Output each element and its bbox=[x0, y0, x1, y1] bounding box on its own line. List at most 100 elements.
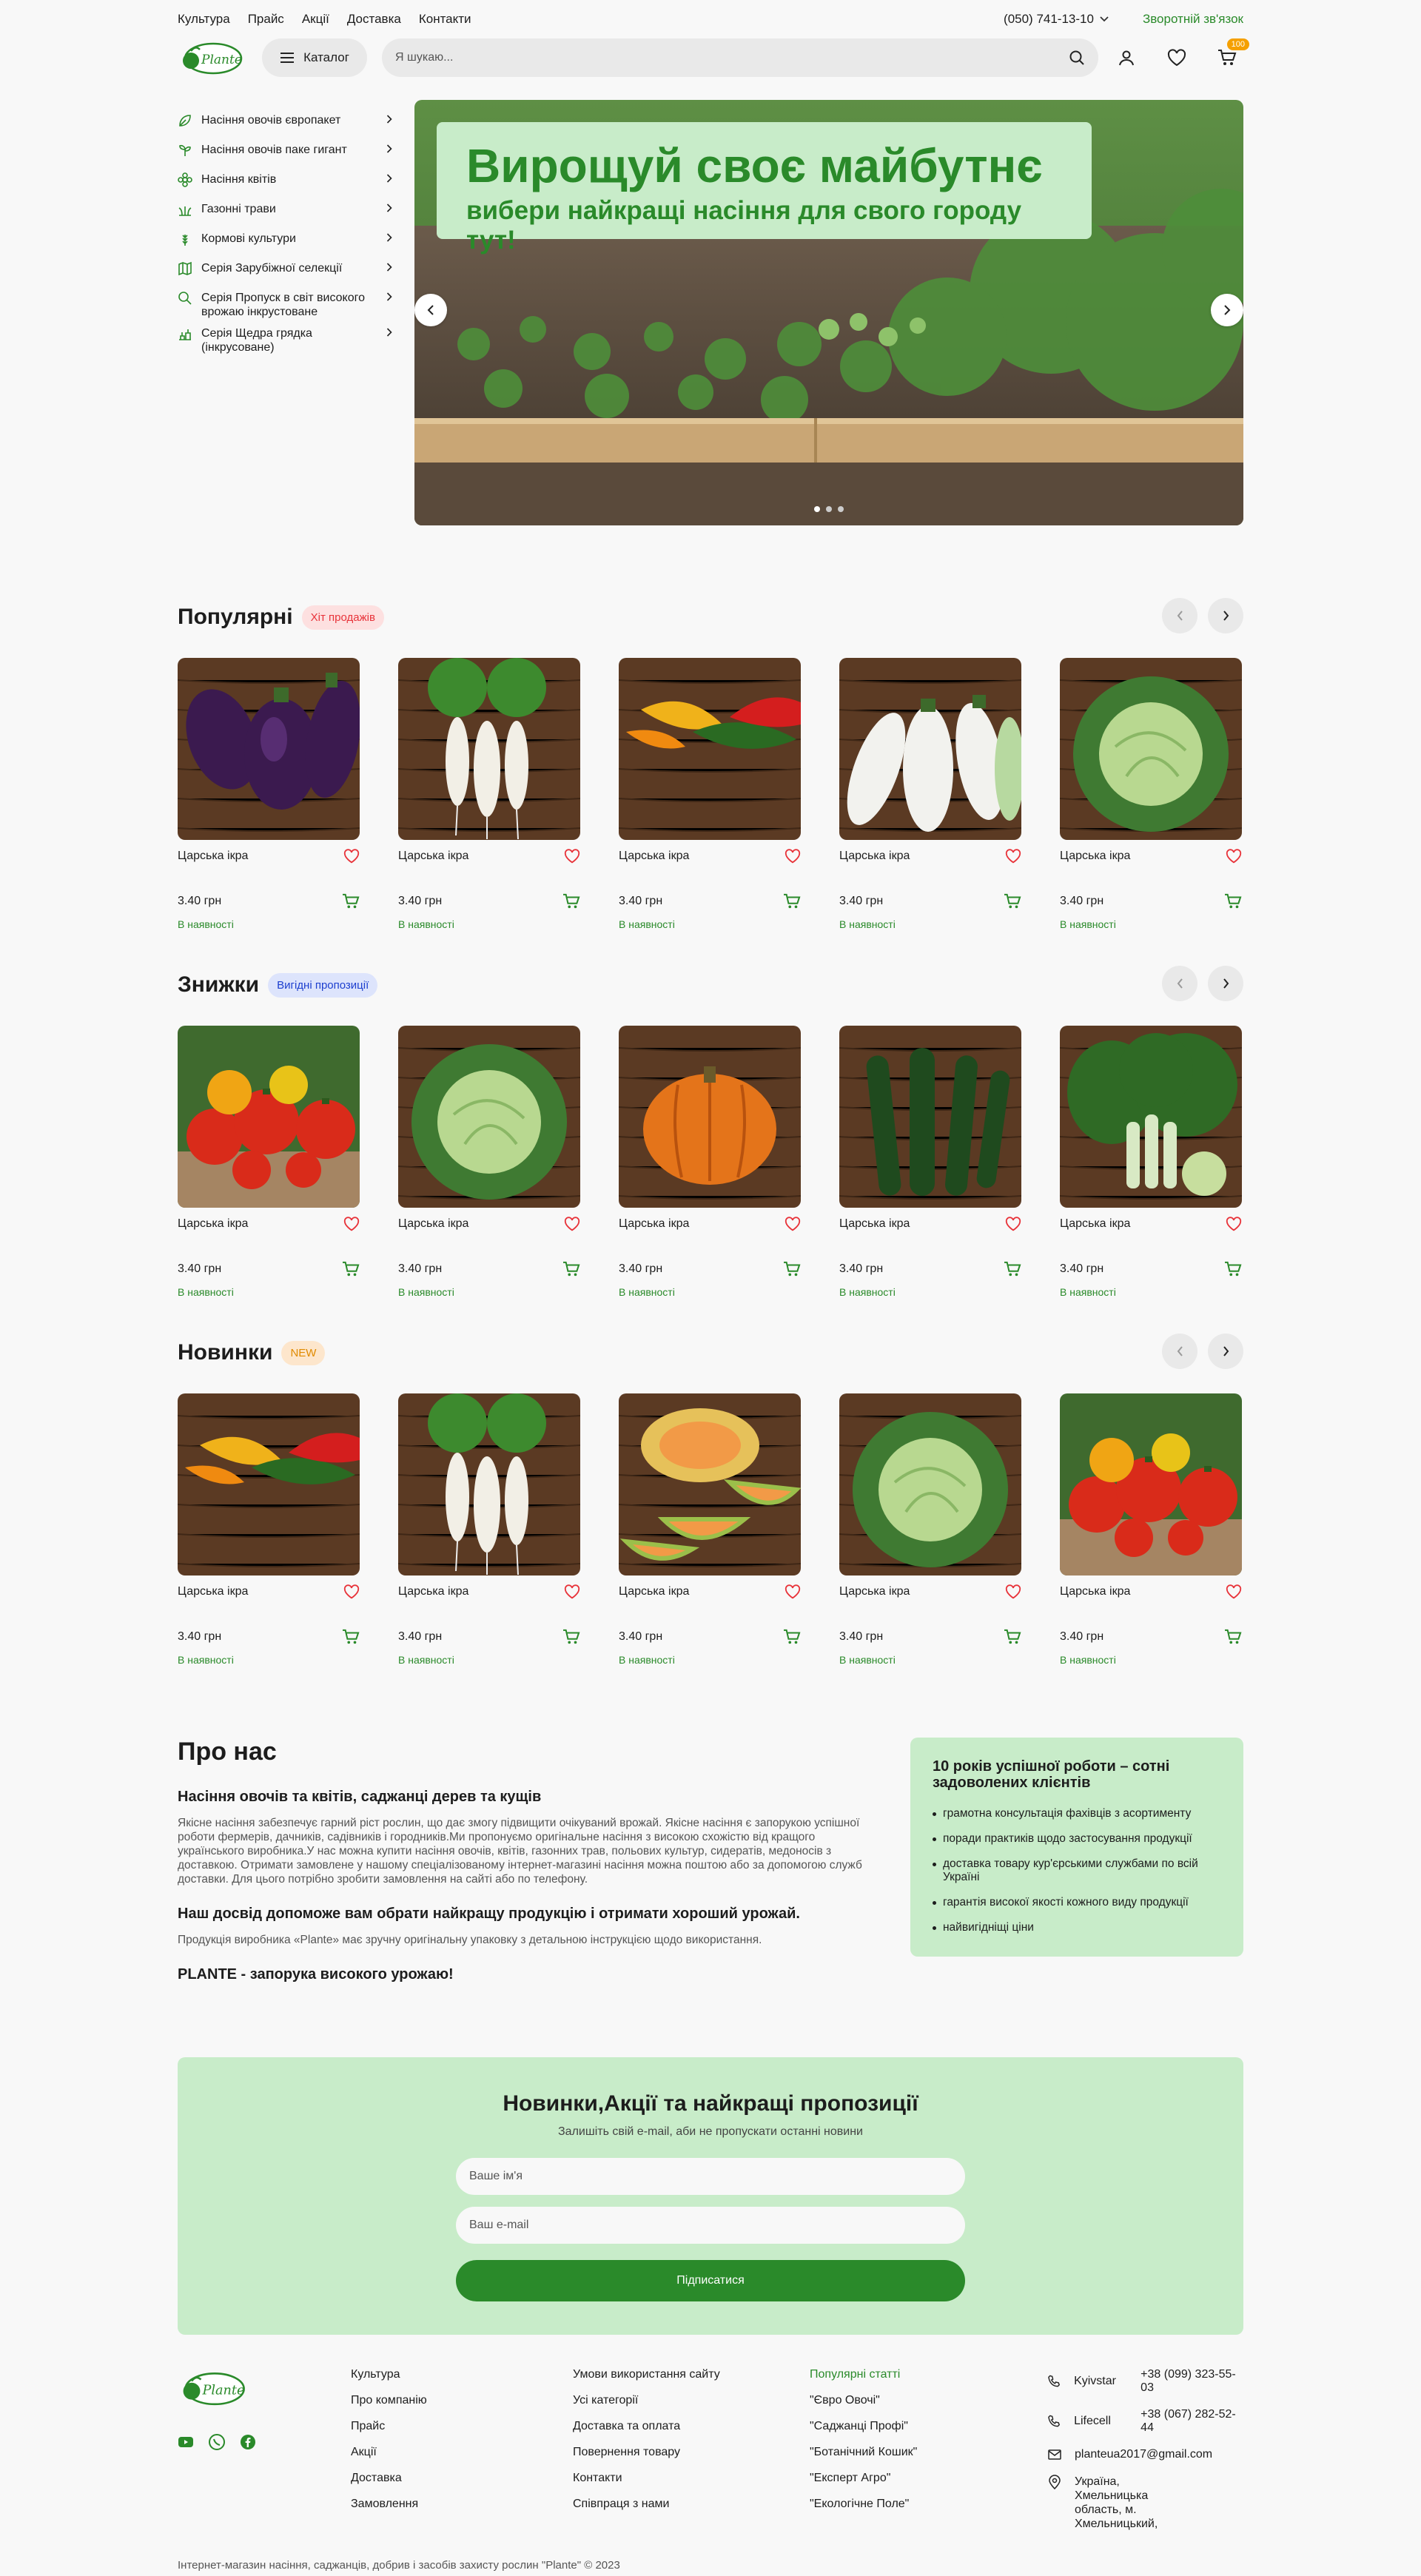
catalog-button[interactable]: Каталог bbox=[262, 38, 367, 77]
slider-next-button[interactable] bbox=[1208, 598, 1243, 633]
sidebar-item[interactable]: Насіння овочів паке гигант bbox=[178, 139, 392, 169]
sidebar-item[interactable]: Насіння овочів європакет bbox=[178, 110, 392, 139]
facebook-icon[interactable] bbox=[240, 2434, 256, 2450]
hero-dot[interactable] bbox=[826, 506, 832, 512]
top-nav-contacts[interactable]: Контакти bbox=[419, 12, 471, 27]
product-card[interactable]: Царська ікра 3.40 грн В наявності bbox=[839, 1026, 1021, 1298]
product-card[interactable]: Царська ікра 3.40 грн В наявності bbox=[398, 1026, 580, 1298]
product-card[interactable]: Царська ікра 3.40 грн В наявності bbox=[839, 658, 1021, 930]
product-image[interactable] bbox=[619, 1026, 801, 1208]
top-nav-culture[interactable]: Культура bbox=[178, 12, 230, 27]
product-card[interactable]: Царська ікра 3.40 грн В наявності bbox=[839, 1393, 1021, 1666]
heart-icon[interactable] bbox=[564, 1584, 580, 1599]
product-image[interactable] bbox=[1060, 658, 1242, 840]
footer-link[interactable]: Контакти bbox=[573, 2472, 810, 2485]
product-name[interactable]: Царська ікра bbox=[398, 850, 468, 863]
product-name[interactable]: Царська ікра bbox=[619, 850, 689, 863]
user-icon[interactable] bbox=[1116, 47, 1137, 68]
product-image[interactable] bbox=[398, 658, 580, 840]
heart-icon[interactable] bbox=[1005, 849, 1021, 864]
cart-icon[interactable] bbox=[562, 1629, 580, 1645]
product-name[interactable]: Царська ікра bbox=[619, 1585, 689, 1598]
sidebar-item[interactable]: Серія Щедра грядка (інкрусоване) bbox=[178, 323, 392, 358]
heart-icon[interactable] bbox=[1166, 47, 1187, 68]
heart-icon[interactable] bbox=[785, 849, 801, 864]
slider-next-button[interactable] bbox=[1208, 966, 1243, 1001]
sidebar-item[interactable]: Серія Зарубіжної селекції bbox=[178, 258, 392, 287]
product-card[interactable]: Царська ікра 3.40 грн В наявності bbox=[619, 658, 801, 930]
footer-link[interactable]: Культура bbox=[351, 2368, 573, 2381]
cart-icon[interactable] bbox=[1004, 1261, 1021, 1277]
product-image[interactable] bbox=[619, 658, 801, 840]
slider-prev-button[interactable] bbox=[1162, 598, 1197, 633]
sidebar-item[interactable]: Насіння квітів bbox=[178, 169, 392, 198]
sidebar-item[interactable]: Серія Пропуск в світ високого врожаю інк… bbox=[178, 287, 392, 323]
sidebar-item[interactable]: Газонні трави bbox=[178, 198, 392, 228]
cart-icon[interactable] bbox=[1224, 1629, 1242, 1645]
product-card[interactable]: Царська ікра 3.40 грн В наявності bbox=[178, 1026, 360, 1298]
search-icon[interactable] bbox=[1069, 50, 1085, 66]
lifecell-phone[interactable]: +38 (067) 282-52-44 bbox=[1141, 2408, 1243, 2435]
feedback-link[interactable]: Зворотній зв'язок bbox=[1143, 12, 1243, 27]
logo[interactable]: Plante bbox=[178, 38, 243, 77]
product-image[interactable] bbox=[398, 1393, 580, 1575]
product-name[interactable]: Царська ікра bbox=[398, 1217, 468, 1231]
search-input[interactable]: Я шукаю... bbox=[382, 38, 1098, 77]
product-card[interactable]: Царська ікра 3.40 грн В наявності bbox=[1060, 658, 1242, 930]
article-link[interactable]: "Саджанці Профі" bbox=[810, 2420, 1048, 2433]
footer-link[interactable]: Доставка та оплата bbox=[573, 2420, 810, 2433]
heart-icon[interactable] bbox=[1226, 1584, 1242, 1599]
product-name[interactable]: Царська ікра bbox=[178, 1217, 248, 1231]
cart-icon[interactable] bbox=[342, 1261, 360, 1277]
product-image[interactable] bbox=[619, 1393, 801, 1575]
product-name[interactable]: Царська ікра bbox=[1060, 850, 1130, 863]
cart-icon[interactable] bbox=[342, 893, 360, 909]
hero-dot[interactable] bbox=[838, 506, 844, 512]
product-image[interactable] bbox=[839, 1026, 1021, 1208]
product-name[interactable]: Царська ікра bbox=[839, 1217, 910, 1231]
footer-link[interactable]: Усі категорії bbox=[573, 2394, 810, 2407]
product-image[interactable] bbox=[178, 1026, 360, 1208]
cart-icon[interactable] bbox=[562, 893, 580, 909]
slider-next-button[interactable] bbox=[1208, 1334, 1243, 1369]
viber-icon[interactable] bbox=[209, 2434, 225, 2450]
heart-icon[interactable] bbox=[1226, 849, 1242, 864]
top-nav-promo[interactable]: Акції bbox=[302, 12, 329, 27]
article-link[interactable]: "Євро Овочі" bbox=[810, 2394, 1048, 2407]
footer-link[interactable]: Про компанію bbox=[351, 2394, 573, 2407]
heart-icon[interactable] bbox=[1005, 1217, 1021, 1231]
product-card[interactable]: Царська ікра 3.40 грн В наявності bbox=[1060, 1026, 1242, 1298]
product-name[interactable]: Царська ікра bbox=[178, 1585, 248, 1598]
cart-icon[interactable] bbox=[783, 893, 801, 909]
product-name[interactable]: Царська ікра bbox=[398, 1585, 468, 1598]
email-link[interactable]: planteua2017@gmail.com bbox=[1075, 2448, 1212, 2461]
cart-icon[interactable] bbox=[783, 1261, 801, 1277]
hero-dot[interactable] bbox=[814, 506, 820, 512]
heart-icon[interactable] bbox=[785, 1217, 801, 1231]
product-card[interactable]: Царська ікра 3.40 грн В наявності bbox=[178, 1393, 360, 1666]
product-name[interactable]: Царська ікра bbox=[839, 850, 910, 863]
footer-link[interactable]: Доставка bbox=[351, 2472, 573, 2485]
heart-icon[interactable] bbox=[343, 849, 360, 864]
product-name[interactable]: Царська ікра bbox=[1060, 1585, 1130, 1598]
heart-icon[interactable] bbox=[343, 1584, 360, 1599]
heart-icon[interactable] bbox=[1226, 1217, 1242, 1231]
slider-prev-button[interactable] bbox=[1162, 1334, 1197, 1369]
subscribe-button[interactable]: Підписатися bbox=[456, 2260, 965, 2301]
cart-icon[interactable] bbox=[1224, 1261, 1242, 1277]
product-name[interactable]: Царська ікра bbox=[1060, 1217, 1130, 1231]
product-image[interactable] bbox=[178, 1393, 360, 1575]
sidebar-item[interactable]: Кормові культури bbox=[178, 228, 392, 258]
cart-icon[interactable] bbox=[1004, 1629, 1021, 1645]
footer-link[interactable]: Замовлення bbox=[351, 2498, 573, 2511]
product-image[interactable] bbox=[178, 658, 360, 840]
product-card[interactable]: Царська ікра 3.40 грн В наявності bbox=[398, 658, 580, 930]
article-link[interactable]: "Ботанічний Кошик" bbox=[810, 2446, 1048, 2459]
heart-icon[interactable] bbox=[785, 1584, 801, 1599]
article-link[interactable]: "Експерт Агро" bbox=[810, 2472, 1048, 2485]
heart-icon[interactable] bbox=[343, 1217, 360, 1231]
hero-prev-button[interactable] bbox=[414, 294, 447, 326]
product-name[interactable]: Царська ікра bbox=[178, 850, 248, 863]
footer-link[interactable]: Співпраця з нами bbox=[573, 2498, 810, 2511]
product-image[interactable] bbox=[839, 1393, 1021, 1575]
